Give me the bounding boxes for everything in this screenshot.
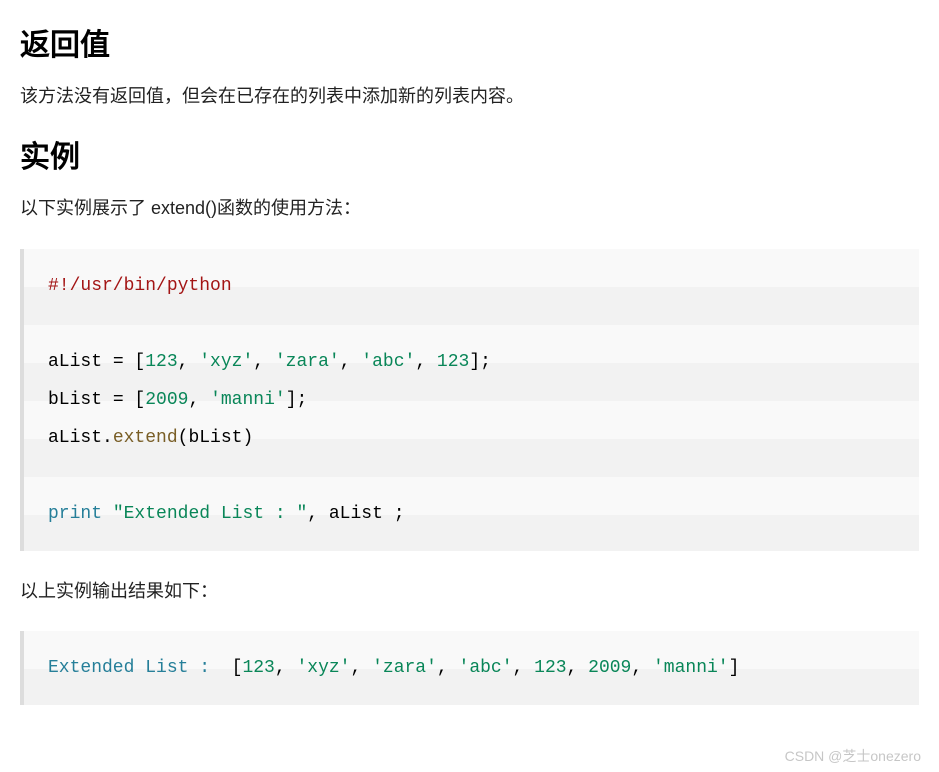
- code-token: 123: [437, 352, 469, 372]
- code-shebang: #!/usr/bin/python: [48, 276, 232, 296]
- code-token: extend: [113, 428, 178, 448]
- code-token: (: [178, 428, 189, 448]
- code-token: ): [242, 428, 253, 448]
- code-token: ]: [729, 658, 740, 678]
- code-token: ,: [340, 352, 362, 372]
- code-token: bList: [188, 428, 242, 448]
- paragraph-output-intro: 以上实例输出结果如下：: [20, 575, 919, 607]
- paragraph-example-intro: 以下实例展示了 extend()函数的使用方法：: [20, 192, 919, 224]
- paragraph-return-desc: 该方法没有返回值，但会在已存在的列表中添加新的列表内容。: [20, 80, 919, 112]
- code-token: ,: [567, 658, 589, 678]
- code-block-output: Extended List : [123, 'xyz', 'zara', 'ab…: [20, 631, 919, 705]
- code-token: ;: [394, 504, 405, 524]
- code-token: ,: [275, 658, 297, 678]
- code-token: ,: [513, 658, 535, 678]
- code-token: 'manni': [653, 658, 729, 678]
- code-token: ,: [350, 658, 372, 678]
- code-token: print: [48, 504, 102, 524]
- code-token: ]: [469, 352, 480, 372]
- code-token: ]: [286, 390, 297, 410]
- code-block-example: #!/usr/bin/python aList = [123, 'xyz', '…: [20, 249, 919, 551]
- code-token: ,: [253, 352, 275, 372]
- code-token: .: [102, 428, 113, 448]
- code-token: aList: [329, 504, 383, 524]
- code-token: [: [134, 390, 145, 410]
- code-token: ,: [415, 352, 437, 372]
- code-token: aList: [48, 352, 102, 372]
- heading-return-value: 返回值: [20, 20, 919, 64]
- code-token: ,: [307, 504, 329, 524]
- code-token: ;: [480, 352, 491, 372]
- code-token: 'zara': [372, 658, 437, 678]
- code-token: bList: [48, 390, 102, 410]
- code-token: 'manni': [210, 390, 286, 410]
- code-token: 123: [242, 658, 274, 678]
- watermark: CSDN @芝士onezero: [785, 746, 921, 766]
- code-token: "Extended List : ": [113, 504, 307, 524]
- code-token: 'abc': [361, 352, 415, 372]
- code-token: 123: [145, 352, 177, 372]
- code-token: 'xyz': [296, 658, 350, 678]
- code-token: =: [102, 352, 134, 372]
- code-token: =: [102, 390, 134, 410]
- code-token: 'abc': [459, 658, 513, 678]
- code-token: 2009: [145, 390, 188, 410]
- code-token: [: [232, 658, 243, 678]
- code-token: ,: [188, 390, 210, 410]
- code-token: [: [134, 352, 145, 372]
- code-token: 'xyz': [199, 352, 253, 372]
- output-label: Extended List :: [48, 658, 232, 678]
- code-token: ;: [297, 390, 308, 410]
- code-token: 123: [534, 658, 566, 678]
- code-token: ,: [178, 352, 200, 372]
- code-token: ,: [437, 658, 459, 678]
- code-token: aList: [48, 428, 102, 448]
- heading-example: 实例: [20, 132, 919, 176]
- code-token: 'zara': [275, 352, 340, 372]
- code-token: 2009: [588, 658, 631, 678]
- code-token: ,: [631, 658, 653, 678]
